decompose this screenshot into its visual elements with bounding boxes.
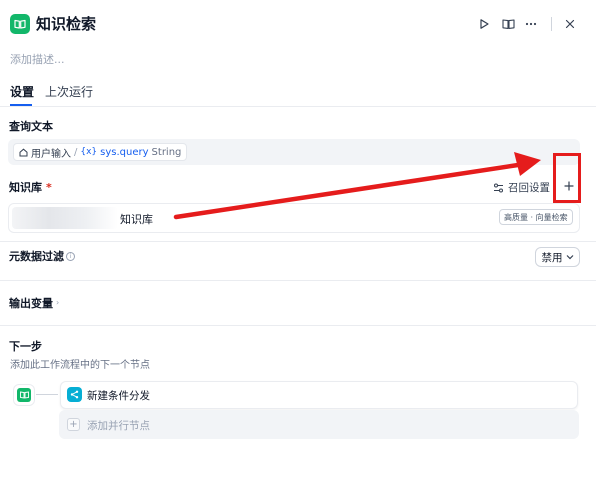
annotation-arrow: [173, 152, 541, 220]
annotation-highlight-box: [553, 153, 581, 203]
